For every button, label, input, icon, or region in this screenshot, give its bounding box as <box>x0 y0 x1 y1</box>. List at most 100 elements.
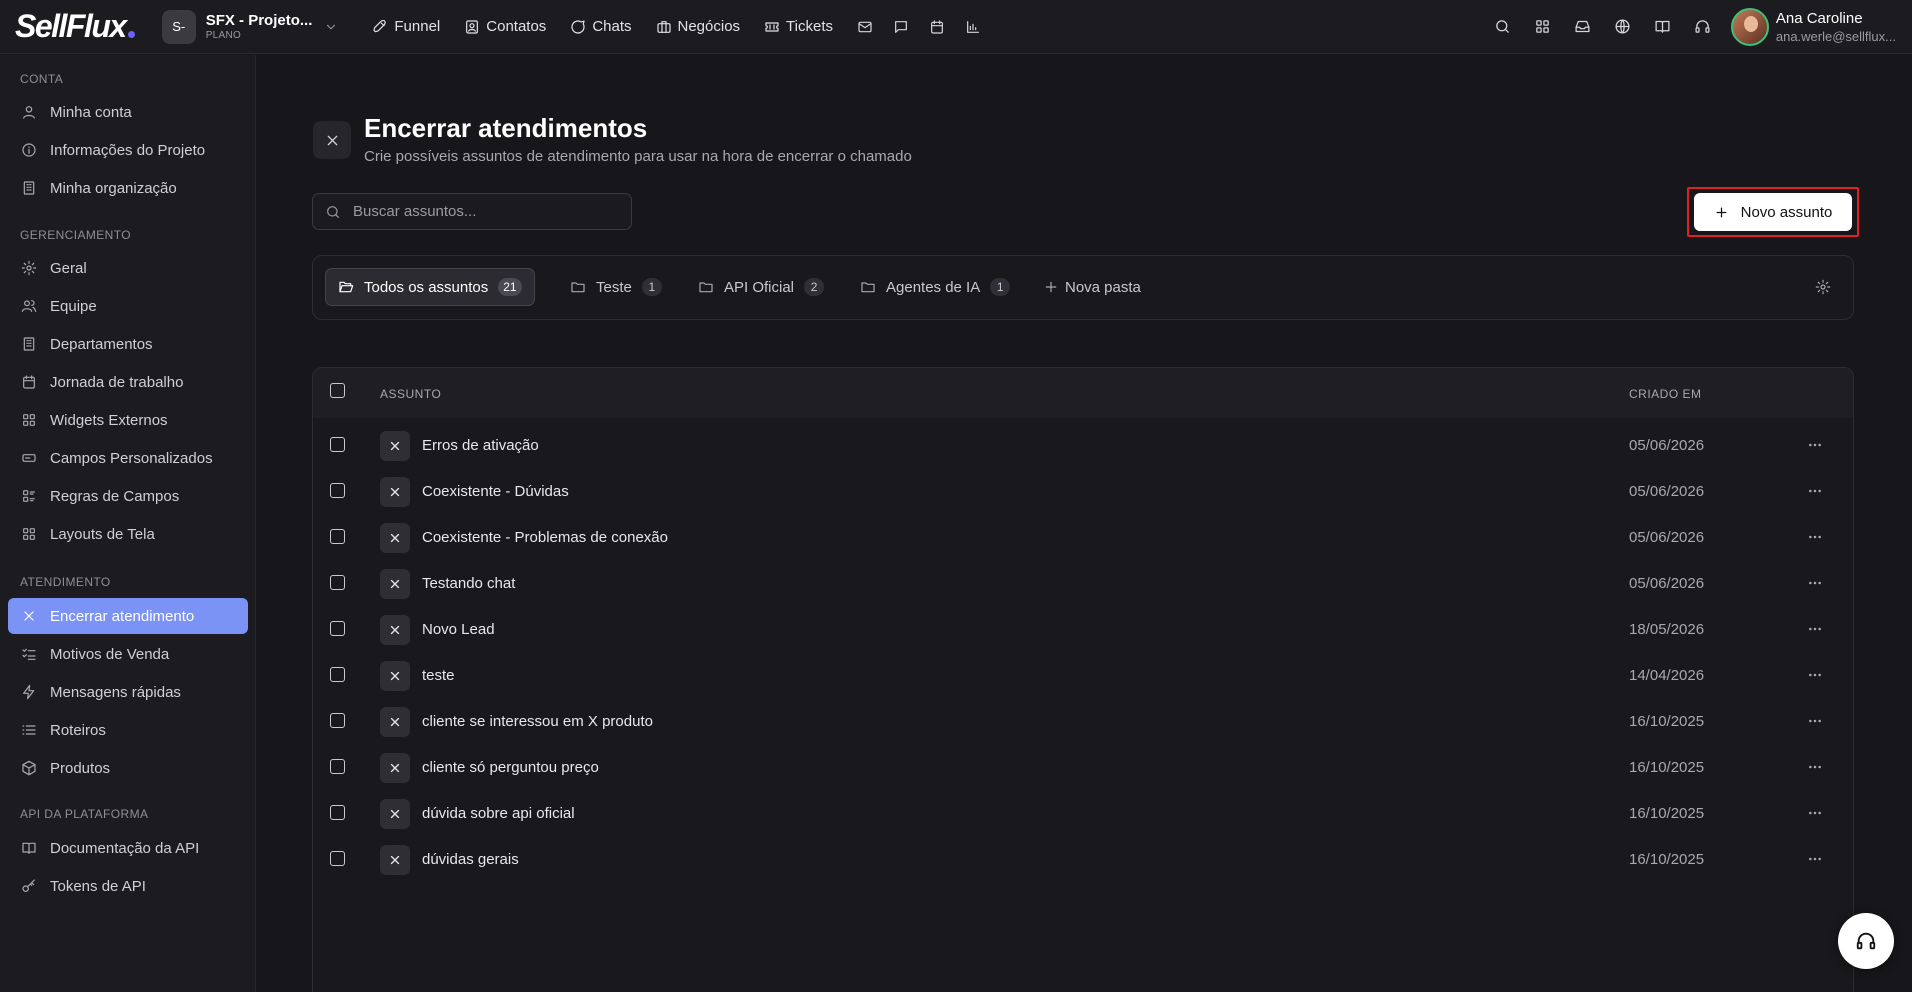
sidebar-item-jornada-trabalho[interactable]: Jornada de trabalho <box>8 364 248 400</box>
sidebar-item-minha-organizacao[interactable]: Minha organização <box>8 170 248 206</box>
nav-funnel[interactable]: Funnel <box>372 18 440 35</box>
sidebar-item-campos-personalizados[interactable]: Campos Personalizados <box>8 440 248 476</box>
sidebar-item-label: Jornada de trabalho <box>50 373 184 391</box>
chevron-down-icon <box>324 20 338 34</box>
nav-chats[interactable]: Chats <box>570 18 632 35</box>
sidebar-item-layouts-tela[interactable]: Layouts de Tela <box>8 516 248 552</box>
new-subject-button[interactable]: Novo assunto <box>1694 193 1852 231</box>
sidebar-item-motivos-venda[interactable]: Motivos de Venda <box>8 636 248 672</box>
folder-teste[interactable]: Teste 1 <box>568 268 664 306</box>
sidebar-item-departamentos[interactable]: Departamentos <box>8 326 248 362</box>
close-page-button[interactable] <box>313 121 351 159</box>
sidebar-item-widgets-externos[interactable]: Widgets Externos <box>8 402 248 438</box>
sidebar-item-documentacao-api[interactable]: Documentação da API <box>8 830 248 866</box>
row-checkbox[interactable] <box>330 437 345 452</box>
sidebar-item-minha-conta[interactable]: Minha conta <box>8 94 248 130</box>
bar-chart-icon[interactable] <box>965 19 981 35</box>
sidebar-item-label: Layouts de Tela <box>50 525 155 543</box>
folder-icon <box>571 282 585 293</box>
more-options-icon[interactable] <box>1807 575 1823 591</box>
sidebar-item-tokens-api[interactable]: Tokens de API <box>8 868 248 904</box>
row-checkbox[interactable] <box>330 759 345 774</box>
row-checkbox[interactable] <box>330 851 345 866</box>
more-options-icon[interactable] <box>1807 851 1823 867</box>
sellflux-logo[interactable]: SellFlux <box>15 8 135 45</box>
nav-contatos[interactable]: Contatos <box>464 18 546 35</box>
row-checkbox[interactable] <box>330 667 345 682</box>
sidebar-item-encerrar-atendimento[interactable]: Encerrar atendimento <box>8 598 248 634</box>
globe-icon[interactable] <box>1614 18 1631 35</box>
sidebar-item-label: Produtos <box>50 759 111 777</box>
search-input[interactable] <box>353 203 623 220</box>
folder-api-oficial[interactable]: API Oficial 2 <box>696 268 826 306</box>
main-nav: Funnel Contatos Chats Negócios Tickets <box>372 18 1001 35</box>
created-date: 16/10/2025 <box>1629 805 1705 822</box>
nav-tickets[interactable]: Tickets <box>764 18 833 35</box>
table-row[interactable]: dúvidas gerais 16/10/2025 <box>313 832 1853 888</box>
user-name: Ana Caroline <box>1775 9 1863 27</box>
input-icon <box>22 454 36 462</box>
user-icon <box>23 106 35 119</box>
info-icon <box>22 143 36 157</box>
calendar-icon[interactable] <box>929 19 945 35</box>
sidebar-item-label: Motivos de Venda <box>50 645 170 663</box>
gear-icon <box>21 260 37 276</box>
new-subject-highlight: Novo assunto <box>1687 187 1859 237</box>
key-icon <box>22 879 35 892</box>
user-menu[interactable]: Ana Caroline ana.werle@sellflux... <box>1730 7 1896 46</box>
folder-label: API Oficial <box>724 278 795 296</box>
widgets-icon <box>23 414 35 426</box>
row-checkbox[interactable] <box>330 621 345 636</box>
row-checkbox[interactable] <box>330 529 345 544</box>
sidebar-item-produtos[interactable]: Produtos <box>8 750 248 786</box>
top-right-actions: Ana Caroline ana.werle@sellflux... <box>1471 7 1912 46</box>
more-options-icon[interactable] <box>1807 805 1823 821</box>
more-options-icon[interactable] <box>1807 529 1823 545</box>
subject-name: cliente se interessou em X produto <box>422 713 653 730</box>
project-selector[interactable]: S- SFX - Projeto... PLANO <box>161 9 339 44</box>
nav-label: Chats <box>592 18 632 35</box>
section-title-gerenciamento: GERENCIAMENTO <box>20 228 131 242</box>
book-icon[interactable] <box>1654 18 1671 35</box>
created-date: 05/06/2026 <box>1629 483 1705 500</box>
nav-negocios[interactable]: Negócios <box>656 18 740 35</box>
headset-icon <box>1856 932 1876 950</box>
sidebar-item-label: Minha conta <box>50 103 132 121</box>
select-all-checkbox[interactable] <box>330 383 345 398</box>
sidebar-item-mensagens-rapidas[interactable]: Mensagens rápidas <box>8 674 248 710</box>
sidebar-item-roteiros[interactable]: Roteiros <box>8 712 248 748</box>
sidebar-item-geral[interactable]: Geral <box>8 250 248 286</box>
more-options-icon[interactable] <box>1807 483 1823 499</box>
new-folder-button[interactable]: Nova pasta <box>1041 268 1143 306</box>
box-icon <box>22 760 36 776</box>
search-icon[interactable] <box>1494 18 1511 35</box>
logo-text: SellFlux <box>15 8 127 44</box>
sidebar-item-equipe[interactable]: Equipe <box>8 288 248 324</box>
close-tag-icon <box>380 707 410 737</box>
folder-agentes-ia[interactable]: Agentes de IA 1 <box>858 268 1012 306</box>
sidebar-item-regras-campos[interactable]: Regras de Campos <box>8 478 248 514</box>
folder-tabs: Todos os assuntos 21 Teste 1 API Oficial… <box>312 255 1854 320</box>
sidebar-item-label: Departamentos <box>50 335 153 353</box>
more-options-icon[interactable] <box>1807 437 1823 453</box>
inbox-icon[interactable] <box>1574 18 1591 35</box>
row-checkbox[interactable] <box>330 575 345 590</box>
support-chat-button[interactable] <box>1838 913 1894 969</box>
message-square-icon[interactable] <box>893 19 909 35</box>
more-options-icon[interactable] <box>1807 759 1823 775</box>
mail-icon[interactable] <box>857 19 873 35</box>
sidebar-item-informacoes-projeto[interactable]: Informações do Projeto <box>8 132 248 168</box>
gear-icon[interactable] <box>1815 279 1831 295</box>
layout-icon <box>23 528 35 540</box>
more-options-icon[interactable] <box>1807 667 1823 683</box>
apps-grid-icon[interactable] <box>1534 18 1551 35</box>
row-checkbox[interactable] <box>330 713 345 728</box>
close-tag-icon <box>380 615 410 645</box>
section-title-api: API DA PLATAFORMA <box>20 807 149 821</box>
row-checkbox[interactable] <box>330 805 345 820</box>
headset-icon[interactable] <box>1694 18 1711 35</box>
folder-todos-assuntos[interactable]: Todos os assuntos 21 <box>325 268 535 306</box>
row-checkbox[interactable] <box>330 483 345 498</box>
more-options-icon[interactable] <box>1807 713 1823 729</box>
more-options-icon[interactable] <box>1807 621 1823 637</box>
